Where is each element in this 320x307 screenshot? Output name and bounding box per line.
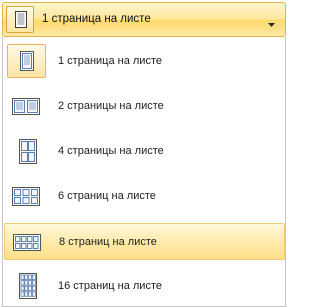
option-label: 6 страниц на листе [58,190,156,202]
eight-pages-per-sheet-icon [8,225,47,259]
option-2-pages[interactable]: 2 страницы на листе [4,88,285,125]
one-page-per-sheet-icon [7,44,46,78]
four-pages-per-sheet-icon [7,134,46,168]
pages-per-sheet-list: 1 страница на листе 2 страницы на листе [2,37,286,307]
option-16-pages[interactable]: 16 страниц на листе [4,268,285,305]
option-label: 1 страница на листе [58,55,162,67]
sixteen-pages-per-sheet-icon [7,269,46,303]
pages-per-sheet-dropdown[interactable]: 1 страница на листе [2,2,286,37]
option-label: 8 страниц на листе [59,236,157,248]
six-pages-per-sheet-icon [7,179,46,213]
two-pages-per-sheet-icon [7,89,46,123]
dropdown-selected-label: 1 страница на листе [42,13,151,25]
option-label: 4 страницы на листе [58,145,164,157]
option-8-pages[interactable]: 8 страниц на листе [4,223,285,260]
option-6-pages[interactable]: 6 страниц на листе [4,178,285,215]
option-label: 16 страниц на листе [58,280,162,292]
one-page-icon [6,6,34,33]
option-4-pages[interactable]: 4 страницы на листе [4,133,285,170]
option-1-page[interactable]: 1 страница на листе [4,43,285,80]
option-label: 2 страницы на листе [58,100,164,112]
dropdown-arrow-icon[interactable] [268,18,275,30]
